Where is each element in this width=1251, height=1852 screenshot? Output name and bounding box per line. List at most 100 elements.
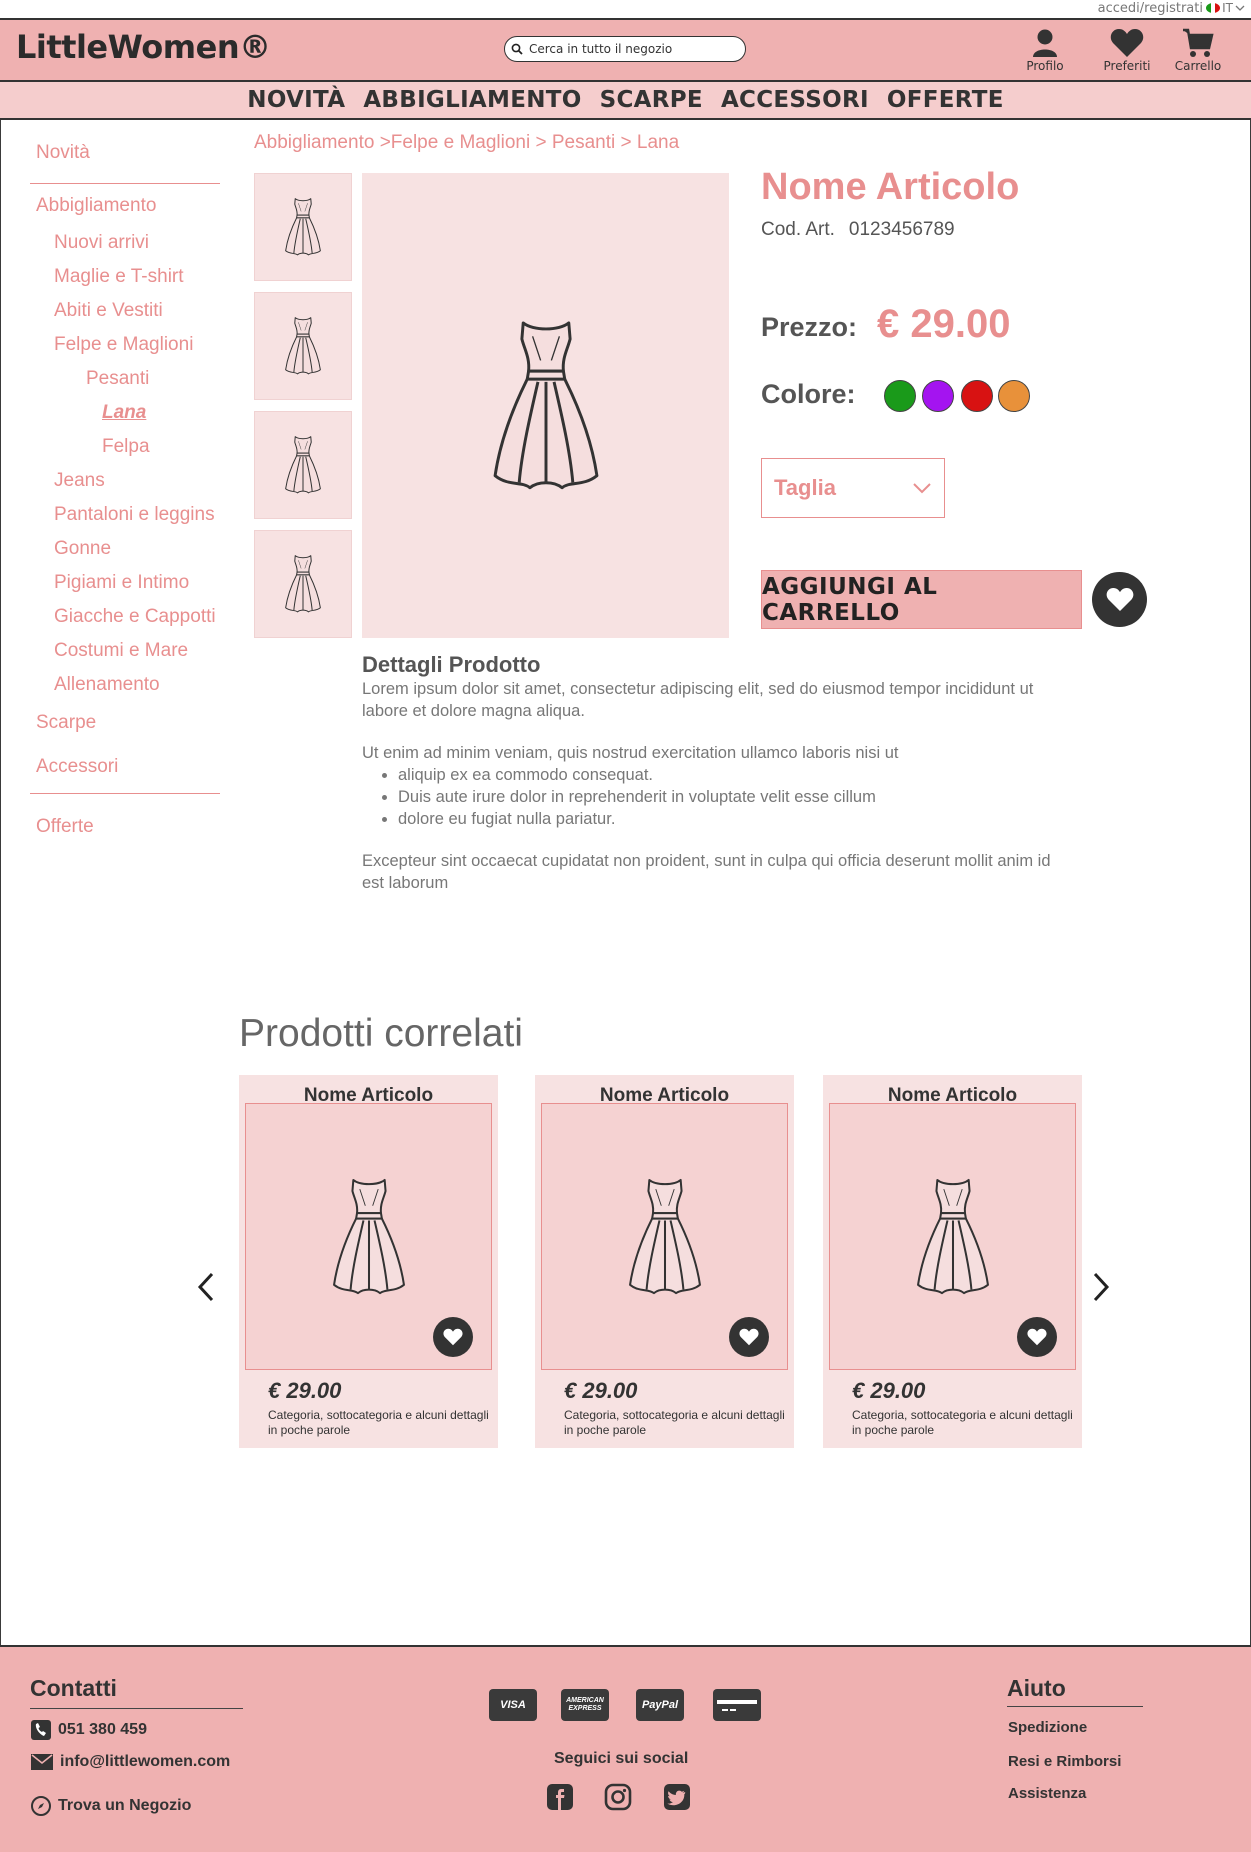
phone-contact[interactable]: 051 380 459 bbox=[30, 1719, 147, 1741]
store-locator-link[interactable]: Trova un Negozio bbox=[30, 1795, 191, 1817]
color-swatch-green[interactable] bbox=[884, 380, 916, 412]
carousel-prev-arrow[interactable] bbox=[194, 1270, 218, 1304]
sidebar-item-gonne[interactable]: Gonne bbox=[54, 538, 111, 560]
color-swatch-orange[interactable] bbox=[998, 380, 1030, 412]
related-product-image[interactable] bbox=[541, 1103, 788, 1370]
product-code: Cod. Art. 0123456789 bbox=[761, 219, 955, 241]
related-product-description: Categoria, sottocategoria e alcuni detta… bbox=[564, 1408, 785, 1437]
instagram-icon[interactable] bbox=[604, 1783, 632, 1811]
related-products-title: Prodotti correlati bbox=[239, 1012, 523, 1055]
size-select[interactable]: Taglia bbox=[761, 458, 945, 518]
heart-icon bbox=[1027, 1328, 1047, 1346]
profile-button[interactable]: Profilo bbox=[1013, 28, 1077, 73]
favorite-button[interactable] bbox=[433, 1317, 473, 1357]
heart-icon bbox=[1110, 29, 1144, 57]
cart-label: Carrello bbox=[1174, 59, 1222, 73]
help-link-resi[interactable]: Resi e Rimborsi bbox=[1008, 1753, 1121, 1770]
sidebar-item-maglie[interactable]: Maglie e T-shirt bbox=[54, 266, 184, 288]
nav-accessori[interactable]: ACCESSORI bbox=[721, 87, 869, 113]
related-product-card[interactable]: Nome Articolo € 29.00 Categoria, sottoca… bbox=[823, 1075, 1082, 1448]
chevron-down-icon bbox=[913, 483, 931, 494]
login-link[interactable]: accedi/registrati bbox=[1098, 1, 1203, 16]
thumbnail-1[interactable] bbox=[254, 173, 352, 281]
sidebar-item-felpa[interactable]: Felpa bbox=[102, 436, 150, 458]
price-label: Prezzo: bbox=[761, 312, 858, 342]
favorite-button[interactable] bbox=[1017, 1317, 1057, 1357]
favorite-button[interactable] bbox=[729, 1317, 769, 1357]
related-product-image[interactable] bbox=[245, 1103, 492, 1370]
sidebar-item-scarpe[interactable]: Scarpe bbox=[36, 712, 96, 734]
italy-flag-icon bbox=[1206, 3, 1221, 13]
dress-icon bbox=[628, 1178, 701, 1294]
sidebar-item-costumi[interactable]: Costumi e Mare bbox=[54, 640, 188, 662]
product-code-value: 0123456789 bbox=[848, 219, 955, 240]
compass-icon bbox=[31, 1796, 51, 1816]
search-bar[interactable]: Cerca in tutto il negozio bbox=[504, 36, 746, 62]
sidebar-item-giacche[interactable]: Giacche e Cappotti bbox=[54, 606, 216, 628]
sidebar-item-offerte[interactable]: Offerte bbox=[36, 816, 94, 838]
sidebar-item-pigiami[interactable]: Pigiami e Intimo bbox=[54, 572, 189, 594]
site-logo[interactable]: LittleWomen® bbox=[16, 28, 271, 66]
sidebar-item-allenamento[interactable]: Allenamento bbox=[54, 674, 160, 696]
sidebar-divider bbox=[30, 793, 220, 794]
chevron-down-icon bbox=[1235, 5, 1245, 11]
product-code-label: Cod. Art. bbox=[761, 219, 835, 240]
nav-abbigliamento[interactable]: ABBIGLIAMENTO bbox=[363, 87, 581, 113]
carousel-next-arrow[interactable] bbox=[1089, 1270, 1113, 1304]
sidebar-item-accessori[interactable]: Accessori bbox=[36, 756, 118, 778]
related-product-price: € 29.00 bbox=[268, 1378, 342, 1403]
facebook-icon[interactable] bbox=[546, 1783, 574, 1811]
nav-offerte[interactable]: OFFERTE bbox=[887, 87, 1004, 113]
add-to-favorites-button[interactable] bbox=[1092, 572, 1147, 627]
sidebar-item-felpe[interactable]: Felpe e Maglioni bbox=[54, 334, 193, 356]
credit-card-icon bbox=[713, 1689, 761, 1721]
sidebar-item-novita[interactable]: Novità bbox=[36, 142, 90, 164]
contacts-title: Contatti bbox=[30, 1675, 117, 1701]
footer-divider bbox=[30, 1708, 243, 1709]
add-to-cart-button[interactable]: AGGIUNGI AL CARRELLO bbox=[761, 570, 1082, 629]
color-swatch-purple[interactable] bbox=[922, 380, 954, 412]
thumbnail-2[interactable] bbox=[254, 292, 352, 400]
main-navigation: NOVITÀ ABBIGLIAMENTO SCARPE ACCESSORI OF… bbox=[0, 82, 1251, 120]
search-input[interactable]: Cerca in tutto il negozio bbox=[529, 42, 672, 56]
site-header: LittleWomen® Cerca in tutto il negozio P… bbox=[0, 20, 1251, 82]
nav-novita[interactable]: NOVITÀ bbox=[247, 87, 345, 113]
help-link-spedizione[interactable]: Spedizione bbox=[1008, 1719, 1087, 1736]
help-link-assistenza[interactable]: Assistenza bbox=[1008, 1785, 1086, 1802]
sidebar-item-pesanti[interactable]: Pesanti bbox=[86, 368, 149, 390]
paypal-icon: PayPal bbox=[636, 1689, 684, 1721]
related-product-card[interactable]: Nome Articolo € 29.00 Categoria, sottoca… bbox=[535, 1075, 794, 1448]
email-contact[interactable]: info@littlewomen.com bbox=[30, 1753, 230, 1771]
sidebar-item-pantaloni[interactable]: Pantaloni e leggins bbox=[54, 504, 215, 526]
user-icon bbox=[1033, 29, 1057, 57]
breadcrumb[interactable]: Abbigliamento >Felpe e Maglioni > Pesant… bbox=[254, 132, 679, 154]
color-label: Colore: bbox=[761, 379, 856, 409]
language-label: IT bbox=[1222, 1, 1233, 15]
phone-icon bbox=[31, 1720, 51, 1740]
related-product-image[interactable] bbox=[829, 1103, 1076, 1370]
sidebar-item-jeans[interactable]: Jeans bbox=[54, 470, 105, 492]
product-name: Nome Articolo bbox=[761, 166, 1020, 208]
search-icon bbox=[511, 43, 523, 55]
favorites-button[interactable]: Preferiti bbox=[1095, 28, 1159, 73]
details-bullet: Duis aute irure dolor in reprehenderit i… bbox=[398, 786, 1062, 808]
dress-icon bbox=[493, 320, 598, 489]
sidebar-item-nuovi-arrivi[interactable]: Nuovi arrivi bbox=[54, 232, 149, 254]
twitter-icon[interactable] bbox=[663, 1783, 691, 1811]
color-swatch-red[interactable] bbox=[961, 380, 993, 412]
related-product-description: Categoria, sottocategoria e alcuni detta… bbox=[852, 1408, 1073, 1437]
related-product-price: € 29.00 bbox=[852, 1378, 926, 1403]
nav-scarpe[interactable]: SCARPE bbox=[600, 87, 703, 113]
main-product-image[interactable] bbox=[362, 173, 729, 638]
details-bullet: aliquip ex ea commodo consequat. bbox=[398, 764, 1062, 786]
sidebar-item-abiti[interactable]: Abiti e Vestiti bbox=[54, 300, 163, 322]
sidebar-divider bbox=[30, 183, 220, 184]
sidebar-item-lana[interactable]: Lana bbox=[102, 402, 146, 424]
language-selector[interactable]: IT bbox=[1206, 1, 1245, 15]
product-price: € 29.00 bbox=[877, 302, 1011, 346]
thumbnail-3[interactable] bbox=[254, 411, 352, 519]
thumbnail-4[interactable] bbox=[254, 530, 352, 638]
sidebar-item-abbigliamento[interactable]: Abbigliamento bbox=[36, 195, 156, 217]
cart-button[interactable]: Carrello bbox=[1166, 28, 1230, 73]
related-product-card[interactable]: Nome Articolo € 29.00 Categoria, sottoca… bbox=[239, 1075, 498, 1448]
